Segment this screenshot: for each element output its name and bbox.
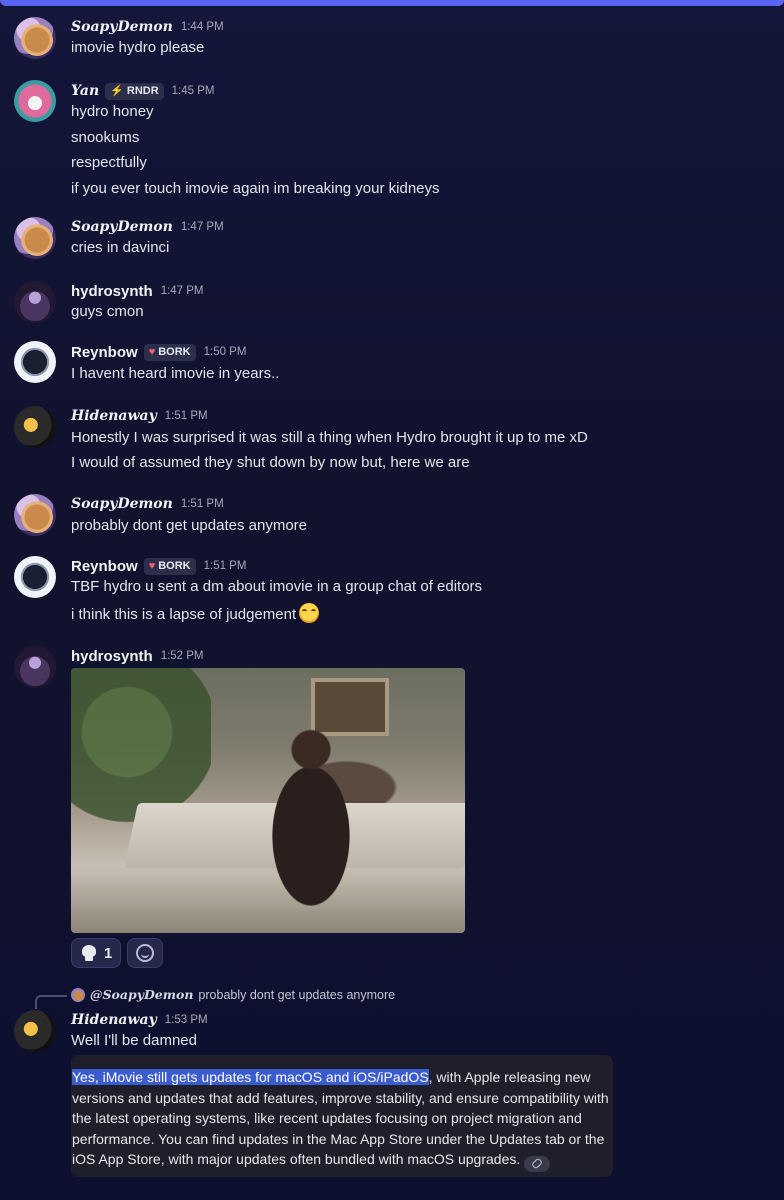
heart-icon: ♥ <box>148 345 156 358</box>
message-text: respectfully <box>71 154 147 171</box>
message-text: I would of assumed they shut down by now… <box>71 454 470 471</box>
avatar[interactable] <box>14 341 56 383</box>
message-text: snookums <box>71 129 140 146</box>
embed-line: iOS App Store, with major updates often … <box>72 1149 613 1172</box>
avatar[interactable] <box>14 1010 56 1052</box>
message-text: TBF hydro u sent a dm about imovie in a … <box>71 578 483 595</box>
timestamp: 1:50 PM <box>203 346 247 358</box>
avatar[interactable] <box>14 17 56 59</box>
embed-line: Yes, iMovie still gets updates for macOS… <box>72 1067 613 1088</box>
username[interactable]: Hidenaway <box>71 1012 157 1028</box>
role-tag-label: BORK <box>158 560 191 572</box>
message-header: SoapyDemon 1:51 PM <box>71 494 224 514</box>
reaction-count: 1 <box>104 944 113 962</box>
timestamp: 1:45 PM <box>171 85 215 97</box>
message-text: guys cmon <box>71 303 144 320</box>
embed-line: the latest operating systems, like recen… <box>72 1110 582 1126</box>
message-text: hydro honey <box>71 103 154 120</box>
embed-text: Yes, iMovie still gets updates for macOS… <box>71 1067 613 1172</box>
avatar[interactable] <box>14 494 56 536</box>
avatar[interactable] <box>14 646 56 688</box>
timestamp: 1:51 PM <box>203 560 247 572</box>
avatar[interactable] <box>14 556 56 598</box>
link-icon <box>531 1157 544 1170</box>
message-text: imovie hydro please <box>71 39 205 56</box>
username[interactable]: Reynbow <box>71 558 138 575</box>
message-text: if you ever touch imovie again im breaki… <box>71 180 440 197</box>
embed-line: versions and updates that add features, … <box>72 1089 609 1106</box>
username[interactable]: SoapyDemon <box>71 496 173 512</box>
add-reaction-button[interactable] <box>127 938 164 968</box>
reply-avatar <box>71 987 85 1002</box>
username[interactable]: SoapyDemon <box>71 219 173 235</box>
role-tag[interactable]: ♥ BORK <box>143 343 196 361</box>
reply-username[interactable]: @SoapyDemon <box>90 987 193 1002</box>
gif-attachment[interactable] <box>71 668 465 933</box>
message-text: probably dont get updates anymore <box>71 517 307 534</box>
message-header: hydrosynth 1:52 PM <box>71 646 204 666</box>
role-tag-label: BORK <box>158 346 191 358</box>
smile-icon <box>136 944 155 962</box>
embed-line-text: iOS App Store, with major updates often … <box>72 1151 521 1167</box>
avatar[interactable] <box>14 80 56 122</box>
username[interactable]: SoapyDemon <box>71 19 173 35</box>
username[interactable]: hydrosynth <box>71 283 153 300</box>
message-text: Honestly I was surprised it was still a … <box>71 429 588 446</box>
highlighted-answer: Yes, iMovie still gets updates for macOS… <box>72 1069 429 1085</box>
message-header: SoapyDemon 1:47 PM <box>71 217 224 237</box>
username[interactable]: hydrosynth <box>71 648 153 665</box>
gif-person <box>251 728 371 908</box>
skull-reaction[interactable]: 1 <box>71 938 122 968</box>
skull-icon <box>80 944 98 962</box>
message-text-with-emoji: i think this is a lapse of judgement <box>71 603 320 625</box>
message-header: Hidenaway 1:51 PM <box>71 406 208 426</box>
avatar[interactable] <box>14 406 56 448</box>
embed-line: performance. You can find updates in the… <box>72 1130 605 1147</box>
role-tag[interactable]: ♥ BORK <box>143 557 196 575</box>
reply-reference[interactable]: @SoapyDemon probably dont get updates an… <box>71 987 395 1002</box>
message-header: Reynbow ♥ BORK 1:50 PM <box>71 342 246 362</box>
message-text: Well I'll be damned <box>71 1032 197 1049</box>
lightning-icon: ⚡ <box>110 84 124 97</box>
embed-line-rest: , with Apple releasing new <box>428 1069 591 1085</box>
quoted-answer-embed: Yes, iMovie still gets updates for macOS… <box>71 1055 613 1177</box>
avatar[interactable] <box>14 217 56 259</box>
reply-spine <box>35 995 67 1009</box>
reply-preview-text[interactable]: probably dont get updates anymore <box>198 988 395 1002</box>
timestamp: 1:47 PM <box>180 221 224 233</box>
message-header: Yan ⚡ RNDR 1:45 PM <box>71 81 214 101</box>
heart-icon: ♥ <box>148 559 156 572</box>
timestamp: 1:51 PM <box>180 498 224 510</box>
message-text: i think this is a lapse of judgement <box>71 606 297 623</box>
message-header: hydrosynth 1:47 PM <box>71 281 204 301</box>
message-list: SoapyDemon 1:44 PM imovie hydro please Y… <box>0 0 784 1200</box>
tears-of-joy-emoji <box>299 603 320 623</box>
message-header: SoapyDemon 1:44 PM <box>71 17 224 37</box>
message-text: cries in davinci <box>71 239 170 256</box>
timestamp: 1:52 PM <box>160 650 204 662</box>
source-link-button[interactable] <box>524 1155 551 1172</box>
reaction-bar: 1 <box>71 938 164 968</box>
username[interactable]: Hidenaway <box>71 408 157 424</box>
username[interactable]: Reynbow <box>71 344 138 361</box>
avatar[interactable] <box>14 281 56 323</box>
message-text: I havent heard imovie in years.. <box>71 365 280 382</box>
timestamp: 1:44 PM <box>180 21 224 33</box>
message-header: Reynbow ♥ BORK 1:51 PM <box>71 556 246 576</box>
username[interactable]: Yan <box>71 83 99 99</box>
timestamp: 1:47 PM <box>160 285 204 297</box>
timestamp: 1:53 PM <box>164 1014 208 1026</box>
role-tag[interactable]: ⚡ RNDR <box>105 82 164 100</box>
message-header: Hidenaway 1:53 PM <box>71 1010 208 1030</box>
timestamp: 1:51 PM <box>164 410 208 422</box>
role-tag-label: RNDR <box>126 85 159 97</box>
